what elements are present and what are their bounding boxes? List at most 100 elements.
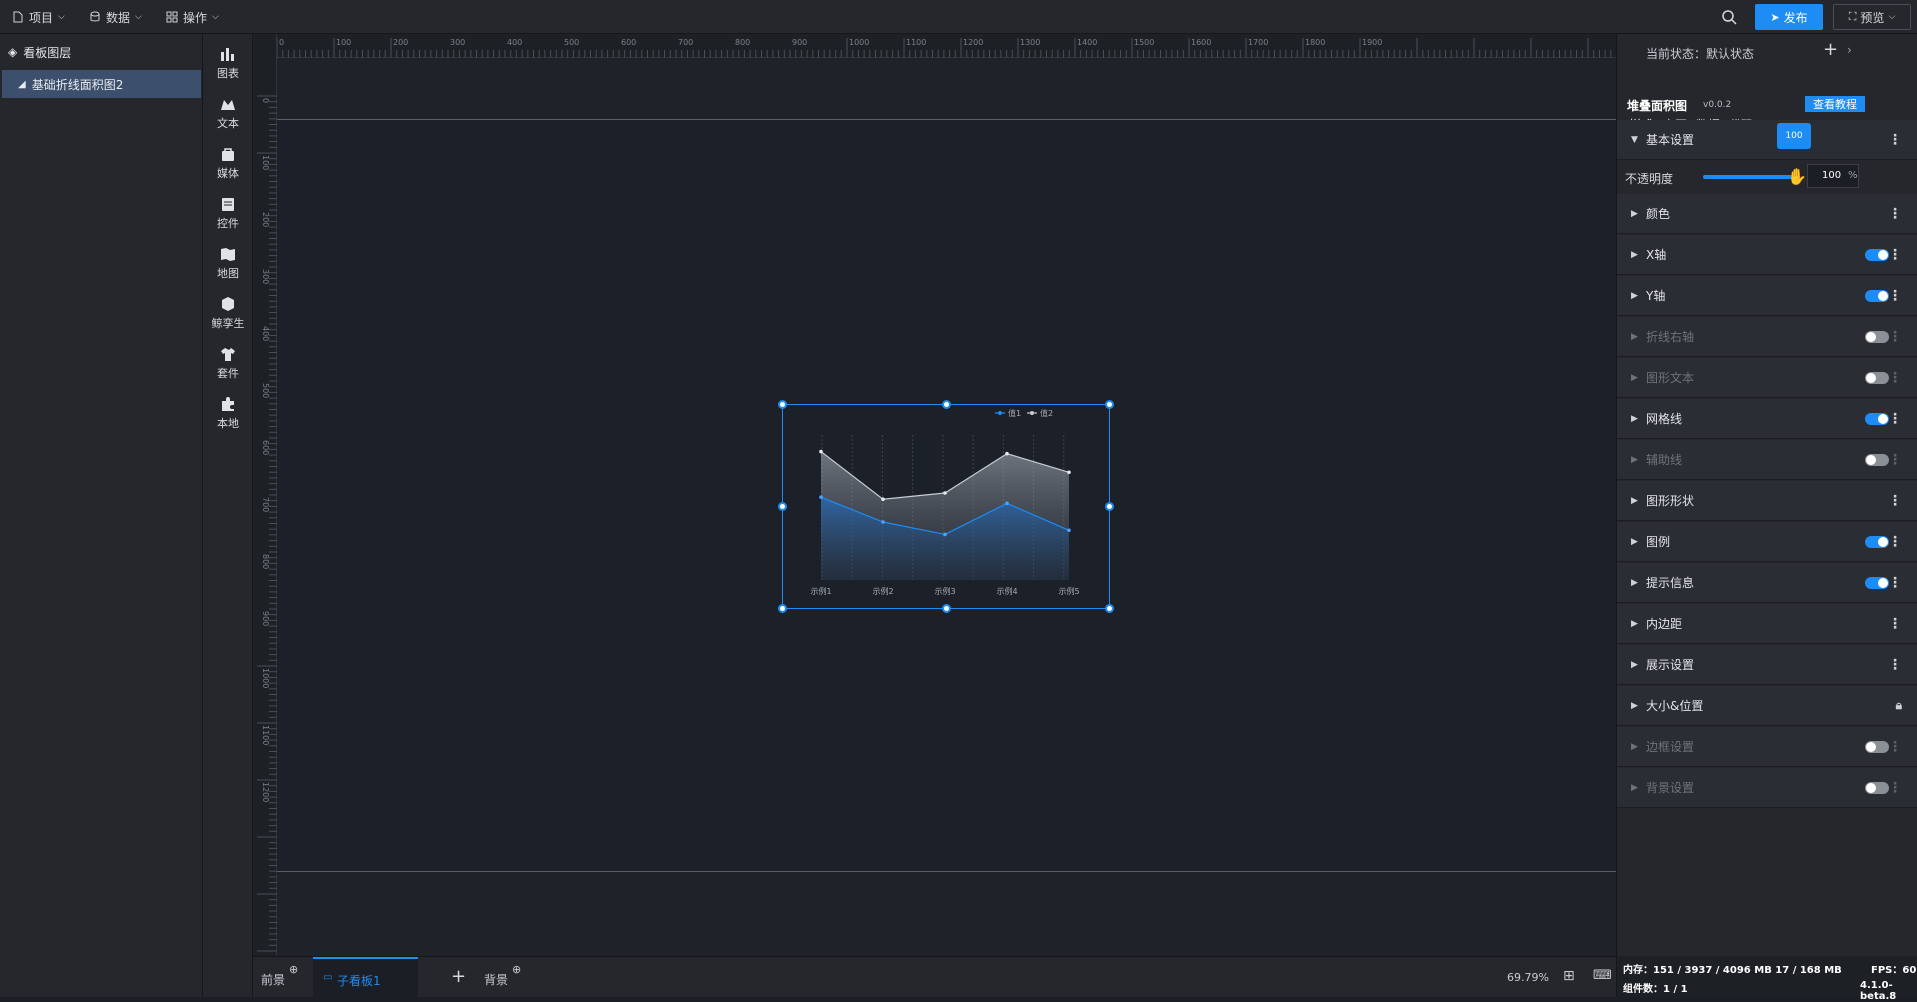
resize-handle-ne[interactable]: [1105, 400, 1114, 409]
comp-suite[interactable]: 套件: [203, 338, 253, 388]
chevron-down-icon: ⌵: [58, 12, 65, 22]
add-background-icon[interactable]: ⊕: [512, 963, 521, 976]
layer-item[interactable]: ◢ 基础折线面积图2: [2, 70, 201, 98]
section-toggle[interactable]: [1865, 453, 1889, 466]
resize-handle-se[interactable]: [1105, 604, 1114, 613]
tab-sub-board[interactable]: ▭ 子看板1: [313, 957, 418, 998]
resize-handle-n[interactable]: [942, 400, 951, 409]
section-item[interactable]: ▶ 提示信息 ⋮: [1617, 563, 1917, 603]
comp-chart[interactable]: 图表: [203, 38, 253, 88]
data-point: [1005, 501, 1009, 506]
comp-media[interactable]: 媒体: [203, 138, 253, 188]
section-toggle[interactable]: [1865, 740, 1889, 753]
section-item[interactable]: ▶ 颜色 ⋮: [1617, 194, 1917, 234]
section-item[interactable]: ▶ 内边距 ⋮: [1617, 604, 1917, 644]
add-board-icon[interactable]: +: [451, 966, 466, 987]
ruler-label: 1000: [849, 38, 869, 47]
properties-panel: 当前状态：默认状态 + › 样式 交互 数据 代码 堆叠面积图 v0.0.2 查…: [1616, 34, 1917, 997]
cube-icon: [222, 296, 234, 311]
add-foreground-icon[interactable]: ⊕: [289, 963, 298, 976]
comp-twin[interactable]: 鲸孪生: [203, 288, 253, 338]
section-item[interactable]: ▶ Y轴 ⋮: [1617, 276, 1917, 316]
section-item[interactable]: ▶ 折线右轴 ⋮: [1617, 317, 1917, 357]
comp-control[interactable]: 控件: [203, 188, 253, 238]
comp-chart-label: 图表: [217, 66, 239, 80]
more-icon[interactable]: ⋮: [1888, 329, 1902, 345]
section-item[interactable]: ▶ 大小&位置 🔒︎: [1617, 686, 1917, 726]
comp-local[interactable]: 本地: [203, 388, 253, 438]
menu-project[interactable]: 项目 ⌵: [12, 0, 65, 34]
more-icon[interactable]: ⋮: [1888, 493, 1902, 509]
resize-handle-e[interactable]: [1105, 502, 1114, 511]
section-toggle[interactable]: [1865, 330, 1889, 343]
more-icon[interactable]: ⋮: [1888, 657, 1902, 673]
section-item[interactable]: ▶ 图形形状 ⋮: [1617, 481, 1917, 521]
data-point: [881, 497, 885, 502]
section-toggle[interactable]: [1865, 412, 1889, 425]
hand-cursor-icon[interactable]: ✋: [1787, 167, 1807, 186]
caret-right-icon: ▶: [1631, 413, 1638, 424]
section-item[interactable]: ▶ X轴 ⋮: [1617, 235, 1917, 275]
section-basic[interactable]: ▼ 基本设置 ⋮: [1617, 120, 1917, 160]
resize-handle-sw[interactable]: [778, 604, 787, 613]
ruler-label: 0: [279, 38, 284, 47]
ruler-label: 500: [564, 38, 579, 47]
resize-handle-s[interactable]: [942, 604, 951, 613]
section-item[interactable]: ▶ 背景设置 ⋮: [1617, 768, 1917, 808]
resize-handle-w[interactable]: [778, 502, 787, 511]
section-toggle[interactable]: [1865, 248, 1889, 261]
send-icon: ➤: [1770, 10, 1780, 24]
chevron-right-icon[interactable]: ›: [1847, 43, 1852, 57]
more-icon[interactable]: ⋮: [1888, 575, 1902, 591]
section-item[interactable]: ▶ 辅助线 ⋮: [1617, 440, 1917, 480]
search-icon[interactable]: [1721, 9, 1737, 25]
more-icon[interactable]: ⋮: [1888, 616, 1902, 632]
keyboard-icon[interactable]: ⌨: [1593, 968, 1612, 983]
section-item[interactable]: ▶ 展示设置 ⋮: [1617, 645, 1917, 685]
selected-chart-widget[interactable]: 示例1 示例2 示例3 示例4 示例5 值1 值2: [778, 400, 1114, 613]
add-state-icon[interactable]: +: [1823, 39, 1838, 60]
resize-handle-nw[interactable]: [778, 400, 787, 409]
tab-background[interactable]: 背景: [484, 971, 508, 988]
lock-icon[interactable]: 🔒︎: [1896, 698, 1902, 713]
section-item[interactable]: ▶ 图例 ⋮: [1617, 522, 1917, 562]
more-icon[interactable]: ⋮: [1888, 780, 1902, 796]
ruler-label: 800: [735, 38, 750, 47]
section-item[interactable]: ▶ 图形文本 ⋮: [1617, 358, 1917, 398]
tutorial-button[interactable]: 查看教程: [1805, 96, 1865, 112]
section-toggle[interactable]: [1865, 535, 1889, 548]
menu-data[interactable]: 数据 ⌵: [89, 0, 142, 34]
zoom-level[interactable]: 69.79%: [1507, 971, 1549, 984]
ruler-label: 300: [261, 269, 270, 284]
more-icon[interactable]: ⋮: [1888, 534, 1902, 550]
more-icon[interactable]: ⋮: [1888, 452, 1902, 468]
opacity-label: 不透明度: [1625, 172, 1674, 186]
section-toggle[interactable]: [1865, 289, 1889, 302]
tab-foreground[interactable]: 前景: [261, 971, 285, 988]
more-icon[interactable]: ⋮: [1888, 370, 1902, 386]
area-chart-icon: ◢: [18, 78, 26, 90]
section-toggle[interactable]: [1865, 781, 1889, 794]
more-icon[interactable]: ⋮: [1888, 411, 1902, 427]
section-label: 内边距: [1646, 617, 1683, 631]
opacity-input[interactable]: 100 %: [1807, 164, 1859, 188]
more-icon[interactable]: ⋮: [1888, 739, 1902, 755]
more-icon[interactable]: ⋮: [1888, 247, 1902, 263]
fit-screen-icon[interactable]: ⊞: [1563, 968, 1575, 984]
x-tick-label: 示例3: [934, 586, 955, 596]
preview-button[interactable]: ⛶ 预览 ⌵: [1833, 4, 1911, 30]
section-item[interactable]: ▶ 边框设置 ⋮: [1617, 727, 1917, 767]
opacity-slider-track[interactable]: [1703, 175, 1795, 179]
menu-operation[interactable]: 操作 ⌵: [166, 0, 219, 34]
publish-button[interactable]: ➤ 发布: [1755, 4, 1823, 30]
more-icon[interactable]: ⋮: [1888, 132, 1902, 148]
section-toggle[interactable]: [1865, 576, 1889, 589]
section-item[interactable]: ▶ 网格线 ⋮: [1617, 399, 1917, 439]
bottom-bar: 前景 ⊕ ▭ 子看板1 + 背景 ⊕ 69.79% ⊞ ⌨: [253, 956, 1616, 998]
comp-map[interactable]: 地图: [203, 238, 253, 288]
more-icon[interactable]: ⋮: [1888, 288, 1902, 304]
section-toggle[interactable]: [1865, 371, 1889, 384]
more-icon[interactable]: ⋮: [1888, 206, 1902, 222]
comp-text[interactable]: 文本: [203, 88, 253, 138]
section-label: 图形形状: [1646, 494, 1695, 508]
